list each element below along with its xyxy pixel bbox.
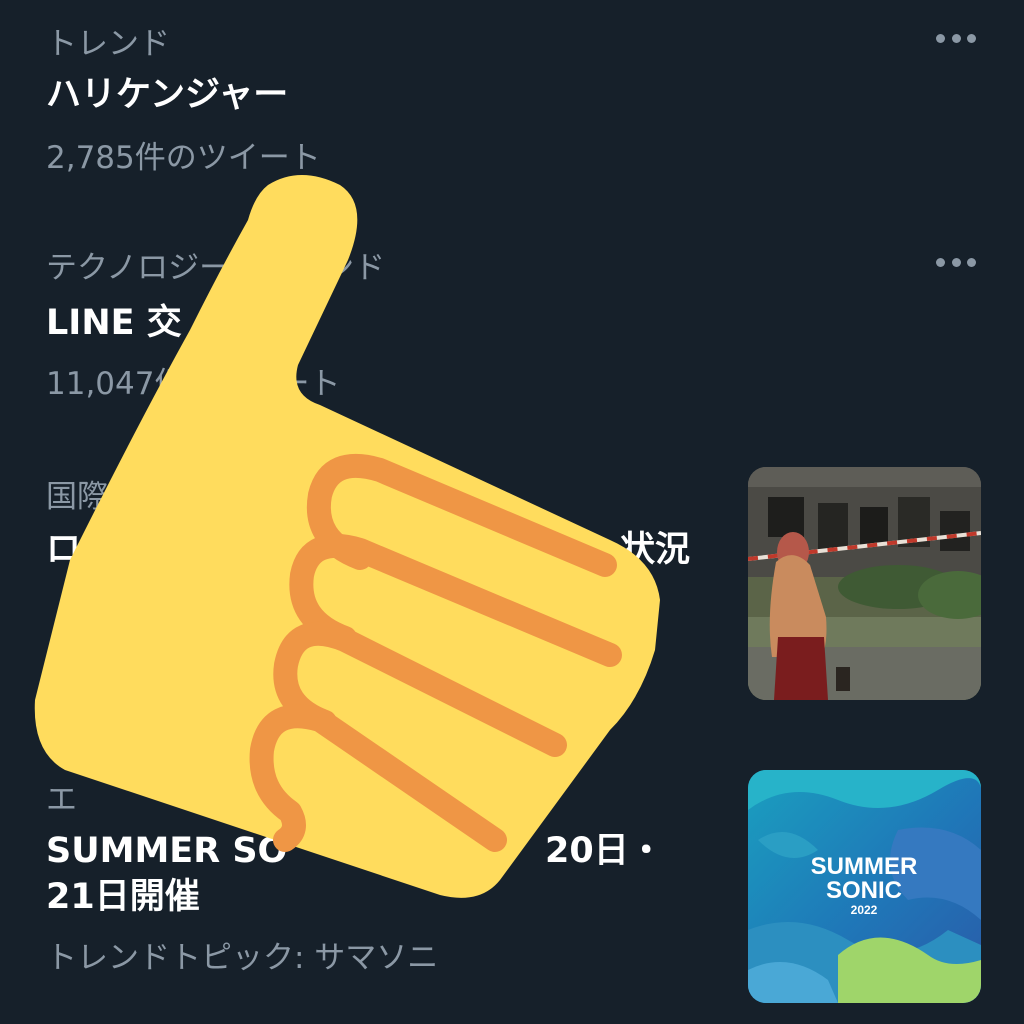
trend-topic: トレンドトピック: サマソニ	[46, 940, 439, 976]
tweet-count: 11,047件のツイート	[46, 366, 341, 402]
news-thumbnail[interactable]	[748, 467, 981, 700]
trend-title: LINE 交	[46, 303, 182, 343]
trend-item[interactable]: トレンド ハリケンジャー 2,785件のツイート	[0, 0, 1024, 200]
trend-title-tail: 状況	[620, 530, 691, 570]
trend-title: ハリケンジャー	[46, 75, 289, 115]
summer-sonic-year: 2022	[851, 903, 878, 917]
trend-title-line2: 21日開催	[46, 877, 200, 917]
trend-context: トレンド	[46, 26, 170, 62]
trend-context: 国際	[46, 479, 108, 515]
trend-item[interactable]: 国際 ロ 状況	[0, 455, 1024, 715]
trend-item[interactable]: テクノロジー・トレンド LINE 交 11,047件のツイート	[0, 230, 1024, 410]
trend-title-line1: SUMMER SO	[46, 831, 288, 871]
explore-trends-screen: トレンド ハリケンジャー 2,785件のツイート テクノロジー・トレンド LIN…	[0, 0, 1024, 1024]
trend-title: ロ	[46, 530, 82, 570]
more-options-icon[interactable]	[936, 256, 976, 268]
tweet-count: 2,785件のツイート	[46, 140, 321, 176]
summer-sonic-line2: SONIC	[826, 877, 902, 904]
trend-item[interactable]: エ SUMMER SO 20日・ 21日開催 トレンドトピック: サマソニ SU…	[0, 760, 1024, 1020]
summer-sonic-line1: SUMMER	[811, 853, 918, 880]
trend-context: エ	[46, 782, 77, 818]
trend-context: テクノロジー・トレンド	[46, 250, 386, 286]
trend-title-line1-tail: 20日・	[545, 831, 664, 871]
summer-sonic-thumbnail[interactable]: SUMMER SONIC 2022	[748, 770, 981, 1003]
more-options-icon[interactable]	[936, 32, 976, 44]
news-photo-image	[748, 467, 981, 700]
summer-sonic-image: SUMMER SONIC 2022	[748, 770, 981, 1003]
